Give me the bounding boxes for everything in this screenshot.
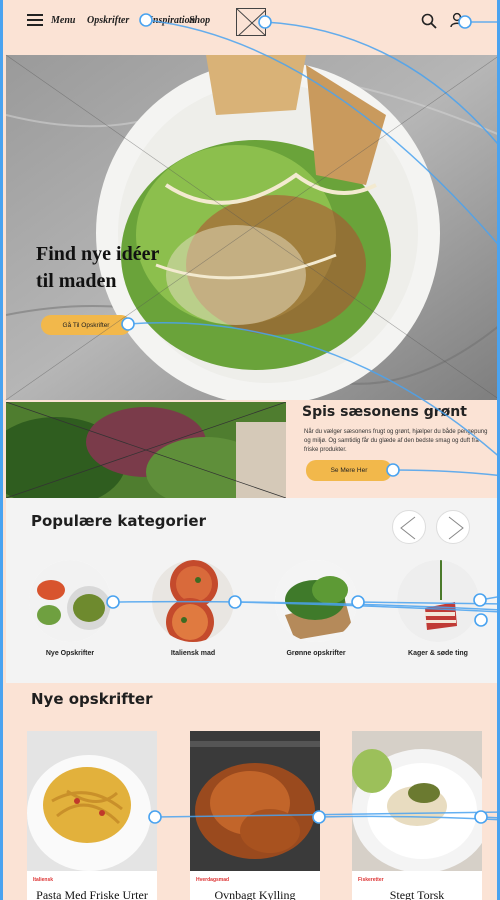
chevron-right-icon <box>448 516 464 540</box>
category-image <box>275 560 357 642</box>
category-item[interactable]: Kager & søde ting <box>388 560 488 657</box>
recipe-card[interactable]: Italiensk Pasta Med Friske Urter <box>27 731 157 900</box>
hero-title: Find nye idéer til maden <box>36 243 160 292</box>
category-label: Italiensk mad <box>170 650 216 657</box>
nav-opskrifter[interactable]: Opskrifter <box>87 15 129 26</box>
new-recipes-section: Nye opskrifter Italiensk Pasta Med Frisk… <box>6 683 497 900</box>
new-recipes-title: Nye opskrifter <box>31 690 153 708</box>
popular-title: Populære kategorier <box>31 512 206 530</box>
carousel-prev-button[interactable] <box>392 510 426 544</box>
recipe-card[interactable]: Hverdagsmad Ovnbagt Kylling <box>190 731 320 900</box>
recipe-image <box>352 731 482 871</box>
nav-menu[interactable]: Menu <box>51 15 75 26</box>
recipe-title: Pasta Med Friske Urter <box>36 888 148 900</box>
recipe-tag: Italiensk <box>33 877 54 883</box>
site-header: Menu Opskrifter Inspiration Shop <box>3 0 497 55</box>
hamburger-icon[interactable] <box>27 14 43 26</box>
recipe-title: Stegt Torsk <box>389 888 445 900</box>
category-image <box>152 560 234 642</box>
category-item[interactable]: Italiensk mad <box>143 560 243 657</box>
hero-cta-button[interactable]: Gå Til Opskrifter <box>41 315 131 335</box>
category-image <box>397 560 479 642</box>
category-label: Nye Opskrifter <box>45 650 95 657</box>
recipe-image <box>190 731 320 871</box>
category-item[interactable]: Grønne opskrifter <box>266 560 366 657</box>
season-body: Når du vælger sæsonens frugt og grønt, h… <box>304 429 488 453</box>
recipe-tag: Hverdagsmad <box>196 877 230 883</box>
recipe-title: Ovnbagt Kylling <box>214 888 296 900</box>
season-title: Spis sæsonens grønt <box>302 404 467 420</box>
chevron-left-icon <box>400 516 416 540</box>
carousel-next-button[interactable] <box>436 510 470 544</box>
season-text-panel: Spis sæsonens grønt Når du vælger sæsone… <box>288 402 497 498</box>
recipe-image <box>27 731 157 871</box>
season-banner: Spis sæsonens grønt Når du vælger sæsone… <box>6 402 497 498</box>
category-item[interactable]: Nye Opskrifter <box>20 560 120 657</box>
category-image <box>29 560 111 642</box>
season-image <box>6 402 286 498</box>
category-label: Kager & søde ting <box>408 650 468 657</box>
nav-shop[interactable]: Shop <box>189 15 210 26</box>
popular-categories-section: Populære kategorier Nye Opskrifter Itali… <box>6 498 497 683</box>
search-icon[interactable] <box>421 13 437 29</box>
hero-image <box>6 55 497 400</box>
season-cta-button[interactable]: Se Mere Her <box>306 460 392 481</box>
page-frame: Menu Opskrifter Inspiration Shop Find ny… <box>0 0 500 900</box>
hero-section: Find nye idéer til maden Gå Til Opskrift… <box>6 55 497 400</box>
user-icon[interactable] <box>449 12 465 28</box>
logo-placeholder[interactable] <box>236 8 266 36</box>
recipe-tag: Fiskeretter <box>358 877 384 883</box>
category-label: Grønne opskrifter <box>286 650 346 657</box>
recipe-card[interactable]: Fiskeretter Stegt Torsk <box>352 731 482 900</box>
